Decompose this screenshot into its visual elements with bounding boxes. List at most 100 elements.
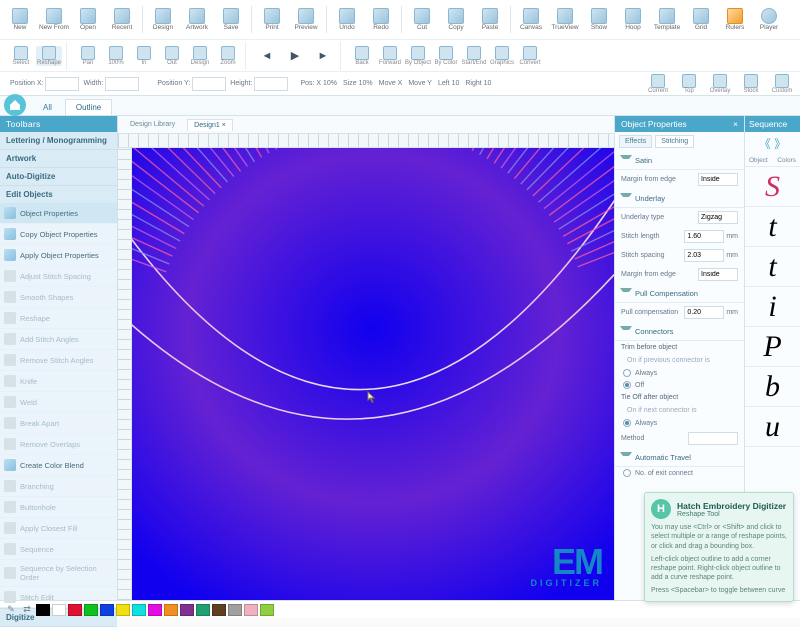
- sequence-item-4[interactable]: P: [745, 327, 800, 367]
- design-button[interactable]: Design: [147, 2, 179, 37]
- undo-button[interactable]: Undo: [331, 2, 363, 37]
- color-swatch-5[interactable]: [116, 604, 130, 616]
- print-button[interactable]: Print: [256, 2, 288, 37]
- embroidery-canvas[interactable]: EM DIGITIZER: [132, 148, 614, 600]
- doc-tab-design-library[interactable]: Design Library: [124, 119, 181, 130]
- conn-off[interactable]: Off: [615, 379, 744, 391]
- playback-next-button[interactable]: ►: [310, 50, 336, 62]
- underlay-header[interactable]: Underlay: [621, 192, 738, 204]
- playback-play-button[interactable]: ▶: [282, 49, 308, 62]
- sidebar-item-apply-object-properties[interactable]: Apply Object Properties: [0, 245, 117, 266]
- playback-prev-button[interactable]: ◄: [254, 50, 280, 62]
- tab-all[interactable]: All: [32, 99, 63, 115]
- new-from-button[interactable]: New From: [38, 2, 70, 37]
- color-swatch-14[interactable]: [260, 604, 274, 616]
- palette-dropper-icon[interactable]: ✎: [4, 603, 18, 617]
- top-button[interactable]: Top: [675, 74, 703, 94]
- tab-stitching[interactable]: Stitching: [655, 135, 694, 148]
- color-swatch-3[interactable]: [84, 604, 98, 616]
- paste-button[interactable]: Paste: [474, 2, 506, 37]
- sidebar-group-auto-digitize[interactable]: Auto-Digitize: [0, 168, 117, 185]
- by-color-button[interactable]: By Color: [433, 46, 459, 66]
- underlay-length[interactable]: [684, 230, 724, 243]
- sequence-item-6[interactable]: u: [745, 407, 800, 447]
- new-button[interactable]: New: [4, 2, 36, 37]
- sidebar-item-object-properties[interactable]: Object Properties: [0, 203, 117, 224]
- color-swatch-8[interactable]: [164, 604, 178, 616]
- doc-tab-design1-[interactable]: Design1 ×: [187, 119, 233, 131]
- overlay-button[interactable]: Overlay: [706, 74, 734, 94]
- open-button[interactable]: Open: [72, 2, 104, 37]
- auto-travel-header[interactable]: Automatic Travel: [621, 451, 738, 463]
- sequence-nav[interactable]: 《 》: [745, 132, 800, 155]
- color-swatch-13[interactable]: [244, 604, 258, 616]
- artwork-button[interactable]: Artwork: [181, 2, 213, 37]
- conn-always-2[interactable]: Always: [615, 417, 744, 429]
- custom-button[interactable]: Custom: [768, 74, 796, 94]
- conn-method[interactable]: [688, 432, 738, 445]
- sequence-item-5[interactable]: b: [745, 367, 800, 407]
- reshape-button[interactable]: Reshape: [36, 46, 62, 66]
- close-icon[interactable]: ×: [733, 119, 738, 129]
- color-swatch-2[interactable]: [68, 604, 82, 616]
- color-swatch-7[interactable]: [148, 604, 162, 616]
- pos-y-input[interactable]: [192, 77, 226, 91]
- current-button[interactable]: Current: [644, 74, 672, 94]
- 100--button[interactable]: 100%: [103, 46, 129, 66]
- sequence-item-2[interactable]: t: [745, 247, 800, 287]
- satin-header[interactable]: Satin: [621, 154, 738, 166]
- sequence-item-0[interactable]: S: [745, 167, 800, 207]
- satin-margin-select[interactable]: [698, 173, 738, 186]
- player-button[interactable]: Player: [753, 2, 785, 37]
- recent-button[interactable]: Recent: [106, 2, 138, 37]
- convert-button[interactable]: Convert: [517, 46, 543, 66]
- stock-button[interactable]: Stock: [737, 74, 765, 94]
- cut-button[interactable]: Cut: [406, 2, 438, 37]
- conn-always[interactable]: Always: [615, 367, 744, 379]
- color-swatch-4[interactable]: [100, 604, 114, 616]
- hoop-button[interactable]: Hoop: [617, 2, 649, 37]
- rulers-button[interactable]: Rulers: [719, 2, 751, 37]
- palette-swap-icon[interactable]: ⇄: [20, 603, 34, 617]
- redo-button[interactable]: Redo: [365, 2, 397, 37]
- color-swatch-6[interactable]: [132, 604, 146, 616]
- color-swatch-10[interactable]: [196, 604, 210, 616]
- tab-effects[interactable]: Effects: [619, 135, 652, 148]
- grid-button[interactable]: Grid: [685, 2, 717, 37]
- pull-value[interactable]: [684, 306, 724, 319]
- start-end-button[interactable]: Start/End: [461, 46, 487, 66]
- template-button[interactable]: Template: [651, 2, 683, 37]
- tab-outline[interactable]: Outline: [65, 99, 112, 115]
- sidebar-group-edit-objects[interactable]: Edit Objects: [0, 186, 117, 203]
- auto-travel-check[interactable]: No. of exit connect: [615, 467, 744, 479]
- height-input[interactable]: [254, 77, 288, 91]
- trueview-button[interactable]: TrueView: [549, 2, 581, 37]
- select-button[interactable]: Select: [8, 46, 34, 66]
- width-input[interactable]: [105, 77, 139, 91]
- out-button[interactable]: Out: [159, 46, 185, 66]
- copy-button[interactable]: Copy: [440, 2, 472, 37]
- in-button[interactable]: In: [131, 46, 157, 66]
- pan-button[interactable]: Pan: [75, 46, 101, 66]
- color-swatch-12[interactable]: [228, 604, 242, 616]
- save-button[interactable]: Save: [215, 2, 247, 37]
- color-swatch-1[interactable]: [52, 604, 66, 616]
- sidebar-group-lettering-monogramming[interactable]: Lettering / Monogramming: [0, 132, 117, 149]
- preview-button[interactable]: Preview: [290, 2, 322, 37]
- home-pill-icon[interactable]: [4, 94, 26, 116]
- color-swatch-0[interactable]: [36, 604, 50, 616]
- design-button[interactable]: Design: [187, 46, 213, 66]
- back-button[interactable]: Back: [349, 46, 375, 66]
- forward-button[interactable]: Forward: [377, 46, 403, 66]
- sidebar-group-artwork[interactable]: Artwork: [0, 150, 117, 167]
- zoom-button[interactable]: Zoom: [215, 46, 241, 66]
- color-swatch-9[interactable]: [180, 604, 194, 616]
- color-swatch-11[interactable]: [212, 604, 226, 616]
- underlay-spacing[interactable]: [684, 249, 724, 262]
- sidebar-item-create-color-blend[interactable]: Create Color Blend: [0, 455, 117, 476]
- underlay-margin[interactable]: [698, 268, 738, 281]
- pos-x-input[interactable]: [45, 77, 79, 91]
- sequence-item-3[interactable]: i: [745, 287, 800, 327]
- connectors-header[interactable]: Connectors: [621, 325, 738, 337]
- canvas-button[interactable]: Canvas: [515, 2, 547, 37]
